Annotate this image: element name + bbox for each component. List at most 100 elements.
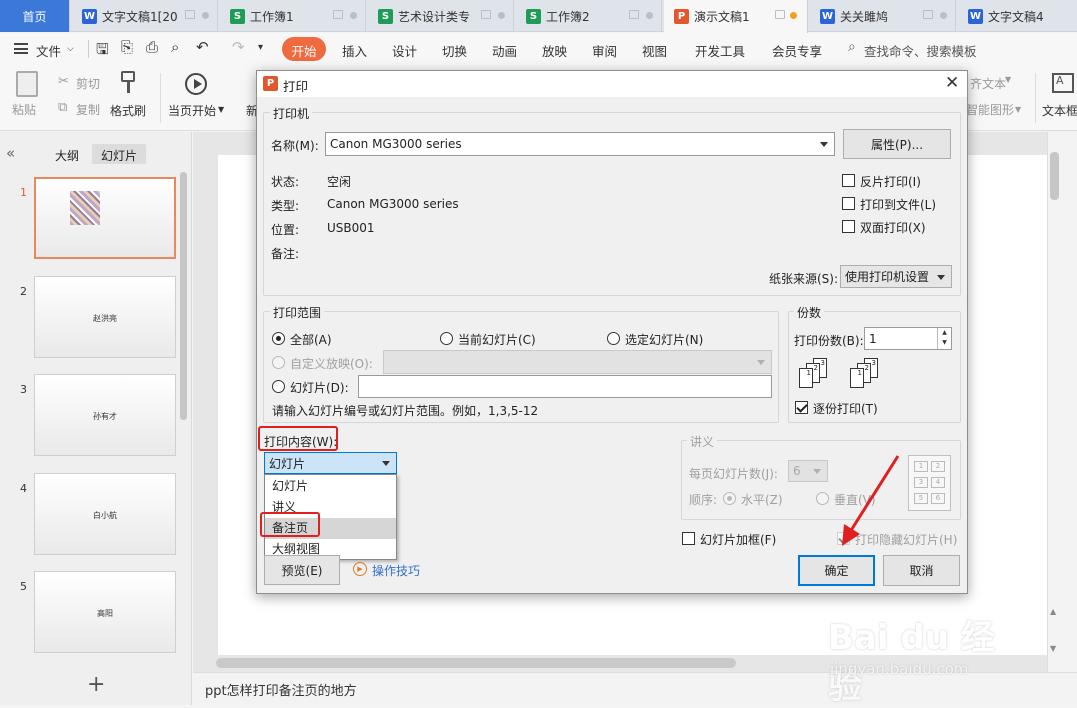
paste-icon[interactable] bbox=[16, 71, 38, 97]
reverse-print-checkbox[interactable] bbox=[842, 174, 855, 187]
slide-thumbnail-selected[interactable] bbox=[34, 177, 176, 259]
paste-label[interactable]: 粘贴 bbox=[12, 101, 36, 118]
watermark-brand: Bai du 经验 bbox=[828, 618, 995, 707]
close-icon[interactable] bbox=[202, 12, 209, 19]
smart-shape-button[interactable]: 智能图形 bbox=[966, 101, 1014, 118]
range-all-label[interactable]: 全部(A) bbox=[290, 331, 332, 348]
tab-spreadsheet[interactable]: S 工作簿2 bbox=[516, 0, 662, 32]
custom-show-select[interactable] bbox=[383, 350, 772, 374]
slide-thumbnail[interactable]: 孙有才 bbox=[34, 374, 176, 456]
cancel-button[interactable]: 取消 bbox=[883, 555, 960, 586]
close-icon[interactable] bbox=[646, 12, 653, 19]
menu-animation[interactable]: 动画 bbox=[492, 41, 517, 60]
tab-document[interactable]: W 关关雎鸠 bbox=[810, 0, 956, 32]
preview-button[interactable]: 预览(E) bbox=[264, 555, 340, 585]
slides-per-page-select[interactable]: 6 bbox=[788, 460, 828, 482]
range-current-label[interactable]: 当前幻灯片(C) bbox=[458, 331, 536, 348]
spin-arrows-icon[interactable]: ▲ ▼ bbox=[937, 328, 951, 349]
properties-button[interactable]: 属性(P)... bbox=[843, 129, 951, 159]
collapse-icon[interactable]: « bbox=[6, 144, 15, 162]
chevron-down-icon[interactable]: ▼ bbox=[218, 105, 224, 114]
frame-slides-label[interactable]: 幻灯片加框(F) bbox=[700, 531, 776, 548]
tab-home[interactable]: 首页 bbox=[0, 0, 70, 32]
tab-outline[interactable]: 大纲 bbox=[55, 147, 79, 164]
print-preview-icon[interactable]: ⌕ bbox=[171, 38, 179, 56]
menu-transition[interactable]: 切换 bbox=[442, 41, 467, 60]
print-icon[interactable]: ⎙ bbox=[146, 38, 158, 56]
slide-thumbnail[interactable]: 高阳 bbox=[34, 571, 176, 653]
close-icon[interactable] bbox=[940, 12, 947, 19]
menu-design[interactable]: 设计 bbox=[392, 41, 417, 60]
slide-thumbnail[interactable]: 赵洪亮 bbox=[34, 276, 176, 358]
menu-view[interactable]: 视图 bbox=[642, 41, 667, 60]
save-icon[interactable]: 🖫 bbox=[96, 39, 109, 64]
command-search[interactable]: 查找命令、搜索模板 bbox=[864, 41, 977, 60]
hamburger-icon[interactable] bbox=[14, 43, 28, 54]
print-content-select[interactable]: 幻灯片 bbox=[264, 452, 397, 474]
duplex-checkbox[interactable] bbox=[842, 220, 855, 233]
tab-home-ribbon[interactable]: 开始 bbox=[282, 37, 326, 61]
dropdown-option[interactable]: 幻灯片 bbox=[265, 476, 396, 497]
menu-review[interactable]: 审阅 bbox=[592, 41, 617, 60]
range-custom-radio[interactable] bbox=[272, 356, 285, 369]
menu-developer[interactable]: 开发工具 bbox=[695, 41, 745, 60]
ok-button[interactable]: 确定 bbox=[798, 555, 875, 586]
close-icon[interactable] bbox=[498, 12, 505, 19]
format-painter-label[interactable]: 格式刷 bbox=[110, 102, 146, 119]
frame-slides-checkbox[interactable] bbox=[682, 532, 695, 545]
scroll-down-icon[interactable]: ▼ bbox=[1050, 644, 1056, 653]
print-to-file-label[interactable]: 打印到文件(L) bbox=[860, 196, 936, 213]
order-horizontal-radio[interactable] bbox=[723, 492, 736, 505]
tab-document[interactable]: W 文字文稿1[20 bbox=[72, 0, 218, 32]
range-selection-label[interactable]: 选定幻灯片(N) bbox=[625, 331, 703, 348]
range-selection-radio[interactable] bbox=[607, 332, 620, 345]
close-icon[interactable]: ✕ bbox=[945, 73, 959, 93]
tab-spreadsheet[interactable]: S 艺术设计类专 bbox=[368, 0, 514, 32]
more-icon[interactable]: ▾ bbox=[258, 42, 263, 53]
range-slides-label[interactable]: 幻灯片(D): bbox=[290, 379, 349, 396]
play-from-current-button[interactable]: 当页开始 bbox=[168, 102, 216, 119]
notes-text[interactable]: ppt怎样打印备注页的地方 bbox=[205, 680, 357, 699]
printer-name-select[interactable]: Canon MG3000 series bbox=[325, 132, 835, 156]
location-value: USB001 bbox=[327, 221, 375, 235]
redo-icon[interactable]: ↷ bbox=[232, 38, 245, 56]
horizontal-scrollbar-thumb[interactable] bbox=[216, 658, 736, 668]
scroll-up-icon[interactable]: ▲ bbox=[1050, 607, 1056, 616]
menu-insert[interactable]: 插入 bbox=[342, 41, 367, 60]
range-current-radio[interactable] bbox=[440, 332, 453, 345]
align-text-button[interactable]: 齐文本 bbox=[970, 75, 1006, 92]
tab-spreadsheet[interactable]: S 工作簿1 bbox=[220, 0, 366, 32]
reverse-print-label[interactable]: 反片打印(I) bbox=[860, 173, 921, 190]
collate-label[interactable]: 逐份打印(T) bbox=[813, 400, 878, 417]
play-icon[interactable] bbox=[185, 73, 207, 95]
format-painter-icon[interactable] bbox=[121, 71, 135, 95]
undo-icon[interactable]: ↶ bbox=[196, 38, 209, 56]
close-icon[interactable] bbox=[350, 12, 357, 19]
menu-member[interactable]: 会员专享 bbox=[772, 41, 822, 60]
paper-source-select[interactable]: 使用打印机设置 bbox=[840, 265, 952, 288]
cut-button[interactable]: 剪切 bbox=[76, 75, 100, 92]
textbox-button[interactable]: 文本框 bbox=[1042, 102, 1077, 119]
range-slides-radio[interactable] bbox=[272, 380, 285, 393]
vertical-scrollbar-thumb[interactable] bbox=[1050, 152, 1059, 200]
tab-presentation-active[interactable]: P 演示文稿1 bbox=[664, 0, 808, 33]
order-vertical-radio[interactable] bbox=[816, 492, 829, 505]
tab-slides[interactable]: 幻灯片 bbox=[92, 144, 146, 164]
menu-slideshow[interactable]: 放映 bbox=[542, 41, 567, 60]
export-icon[interactable]: ⎘ bbox=[121, 38, 133, 56]
slide-range-input[interactable] bbox=[358, 375, 772, 398]
add-slide-icon[interactable]: + bbox=[87, 672, 105, 697]
duplex-label[interactable]: 双面打印(X) bbox=[860, 219, 926, 236]
chevron-down-icon[interactable]: ⌵ bbox=[67, 44, 74, 54]
panel-scrollbar[interactable] bbox=[180, 172, 187, 420]
menu-file[interactable]: 文件 bbox=[36, 41, 61, 60]
textbox-icon[interactable]: A bbox=[1052, 73, 1074, 93]
range-all-radio[interactable] bbox=[272, 332, 285, 345]
slide-thumbnail[interactable]: 白小航 bbox=[34, 473, 176, 555]
collate-checkbox[interactable] bbox=[795, 401, 808, 414]
tab-document[interactable]: W 文字文稿4 bbox=[958, 0, 1077, 32]
copy-button[interactable]: 复制 bbox=[76, 101, 100, 118]
print-to-file-checkbox[interactable] bbox=[842, 197, 855, 210]
copies-stepper[interactable]: 1 ▲ ▼ bbox=[864, 327, 952, 350]
tips-link[interactable]: 操作技巧 bbox=[372, 562, 420, 579]
